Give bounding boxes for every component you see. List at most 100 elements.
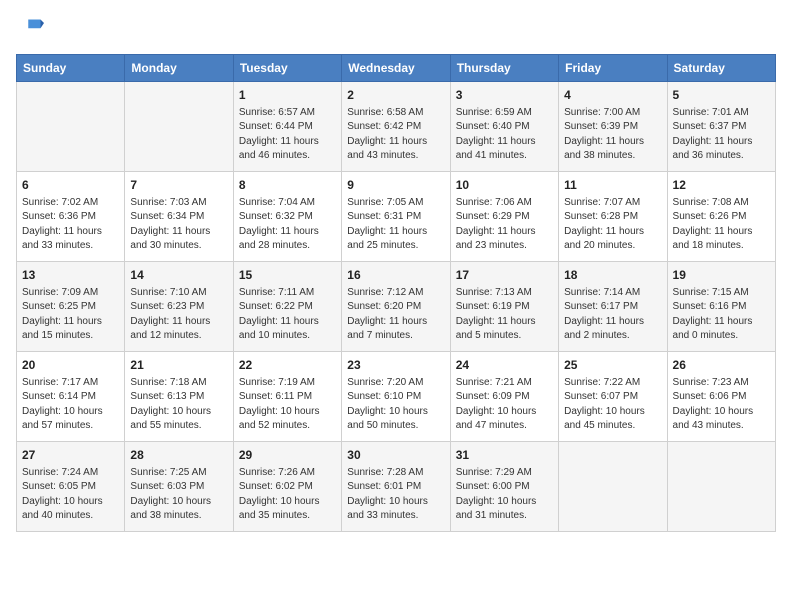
calendar-cell [125, 82, 233, 172]
day-number: 22 [239, 357, 336, 374]
day-info: Sunrise: 7:04 AM Sunset: 6:32 PM Dayligh… [239, 196, 336, 254]
calendar-week-row: 6 Sunrise: 7:02 AM Sunset: 6:36 PM Daylig… [17, 172, 776, 262]
day-number: 10 [456, 177, 553, 194]
day-number: 12 [673, 177, 770, 194]
day-info: Sunrise: 7:07 AM Sunset: 6:28 PM Dayligh… [564, 196, 661, 254]
day-number: 23 [347, 357, 444, 374]
day-number: 21 [130, 357, 227, 374]
calendar-cell: 18 Sunrise: 7:14 AM Sunset: 6:17 PM Dayli… [559, 262, 667, 352]
day-info: Sunrise: 7:25 AM Sunset: 6:03 PM Dayligh… [130, 466, 227, 524]
day-info: Sunrise: 7:24 AM Sunset: 6:05 PM Dayligh… [22, 466, 119, 524]
calendar-cell: 25Sunrise: 7:22 AM Sunset: 6:07 PM Dayli… [559, 352, 667, 442]
logo-icon [16, 16, 44, 44]
day-number: 24 [456, 357, 553, 374]
calendar-cell: 5 Sunrise: 7:01 AM Sunset: 6:37 PM Daylig… [667, 82, 775, 172]
calendar-week-row: 27 Sunrise: 7:24 AM Sunset: 6:05 PM Dayli… [17, 442, 776, 532]
day-number: 18 [564, 267, 661, 284]
day-info: Sunrise: 7:06 AM Sunset: 6:29 PM Dayligh… [456, 196, 553, 254]
day-number: 9 [347, 177, 444, 194]
calendar-cell: 23Sunrise: 7:20 AM Sunset: 6:10 PM Dayli… [342, 352, 450, 442]
calendar-cell: 31 Sunrise: 7:29 AM Sunset: 6:00 PM Dayli… [450, 442, 558, 532]
day-number: 6 [22, 177, 119, 194]
day-info: Sunrise: 6:58 AM Sunset: 6:42 PM Dayligh… [347, 106, 444, 164]
weekday-header: Tuesday [233, 55, 341, 82]
calendar-header: SundayMondayTuesdayWednesdayThursdayFrid… [17, 55, 776, 82]
logo [16, 16, 48, 44]
day-info: Sunrise: 7:17 AM Sunset: 6:14 PM Dayligh… [22, 376, 119, 434]
day-number: 14 [130, 267, 227, 284]
calendar-week-row: 13 Sunrise: 7:09 AM Sunset: 6:25 PM Dayli… [17, 262, 776, 352]
day-number: 7 [130, 177, 227, 194]
day-number: 4 [564, 87, 661, 104]
calendar-cell: 30Sunrise: 7:28 AM Sunset: 6:01 PM Dayli… [342, 442, 450, 532]
day-number: 2 [347, 87, 444, 104]
calendar-week-row: 1 Sunrise: 6:57 AM Sunset: 6:44 PM Daylig… [17, 82, 776, 172]
day-info: Sunrise: 7:02 AM Sunset: 6:36 PM Dayligh… [22, 196, 119, 254]
calendar-cell: 21Sunrise: 7:18 AM Sunset: 6:13 PM Dayli… [125, 352, 233, 442]
day-number: 16 [347, 267, 444, 284]
calendar-cell [17, 82, 125, 172]
calendar-cell: 1 Sunrise: 6:57 AM Sunset: 6:44 PM Daylig… [233, 82, 341, 172]
day-number: 5 [673, 87, 770, 104]
day-info: Sunrise: 7:21 AM Sunset: 6:09 PM Dayligh… [456, 376, 553, 434]
weekday-header: Monday [125, 55, 233, 82]
calendar-cell: 12 Sunrise: 7:08 AM Sunset: 6:26 PM Dayli… [667, 172, 775, 262]
calendar-cell: 2 Sunrise: 6:58 AM Sunset: 6:42 PM Daylig… [342, 82, 450, 172]
day-info: Sunrise: 7:13 AM Sunset: 6:19 PM Dayligh… [456, 286, 553, 344]
day-info: Sunrise: 6:57 AM Sunset: 6:44 PM Dayligh… [239, 106, 336, 164]
calendar-cell: 8 Sunrise: 7:04 AM Sunset: 6:32 PM Daylig… [233, 172, 341, 262]
day-info: Sunrise: 7:19 AM Sunset: 6:11 PM Dayligh… [239, 376, 336, 434]
day-info: Sunrise: 7:29 AM Sunset: 6:00 PM Dayligh… [456, 466, 553, 524]
day-number: 1 [239, 87, 336, 104]
day-number: 8 [239, 177, 336, 194]
day-info: Sunrise: 7:26 AM Sunset: 6:02 PM Dayligh… [239, 466, 336, 524]
day-number: 28 [130, 447, 227, 464]
calendar-cell: 11 Sunrise: 7:07 AM Sunset: 6:28 PM Dayli… [559, 172, 667, 262]
day-info: Sunrise: 7:01 AM Sunset: 6:37 PM Dayligh… [673, 106, 770, 164]
calendar-cell [559, 442, 667, 532]
calendar-body: 1 Sunrise: 6:57 AM Sunset: 6:44 PM Daylig… [17, 82, 776, 532]
day-info: Sunrise: 7:05 AM Sunset: 6:31 PM Dayligh… [347, 196, 444, 254]
calendar-cell: 17Sunrise: 7:13 AM Sunset: 6:19 PM Dayli… [450, 262, 558, 352]
day-number: 30 [347, 447, 444, 464]
day-number: 31 [456, 447, 553, 464]
day-info: Sunrise: 7:09 AM Sunset: 6:25 PM Dayligh… [22, 286, 119, 344]
day-number: 3 [456, 87, 553, 104]
calendar-cell: 6 Sunrise: 7:02 AM Sunset: 6:36 PM Daylig… [17, 172, 125, 262]
calendar-cell: 15 Sunrise: 7:11 AM Sunset: 6:22 PM Dayli… [233, 262, 341, 352]
day-info: Sunrise: 7:22 AM Sunset: 6:07 PM Dayligh… [564, 376, 661, 434]
calendar-cell: 19 Sunrise: 7:15 AM Sunset: 6:16 PM Dayli… [667, 262, 775, 352]
calendar-cell: 3 Sunrise: 6:59 AM Sunset: 6:40 PM Daylig… [450, 82, 558, 172]
calendar-cell: 24 Sunrise: 7:21 AM Sunset: 6:09 PM Dayli… [450, 352, 558, 442]
calendar-cell: 13 Sunrise: 7:09 AM Sunset: 6:25 PM Dayli… [17, 262, 125, 352]
calendar-cell: 7 Sunrise: 7:03 AM Sunset: 6:34 PM Daylig… [125, 172, 233, 262]
day-info: Sunrise: 6:59 AM Sunset: 6:40 PM Dayligh… [456, 106, 553, 164]
day-number: 13 [22, 267, 119, 284]
day-info: Sunrise: 7:15 AM Sunset: 6:16 PM Dayligh… [673, 286, 770, 344]
calendar-cell: 16Sunrise: 7:12 AM Sunset: 6:20 PM Dayli… [342, 262, 450, 352]
weekday-header: Thursday [450, 55, 558, 82]
day-info: Sunrise: 7:23 AM Sunset: 6:06 PM Dayligh… [673, 376, 770, 434]
day-info: Sunrise: 7:03 AM Sunset: 6:34 PM Dayligh… [130, 196, 227, 254]
day-info: Sunrise: 7:14 AM Sunset: 6:17 PM Dayligh… [564, 286, 661, 344]
calendar-cell: 22 Sunrise: 7:19 AM Sunset: 6:11 PM Dayli… [233, 352, 341, 442]
day-number: 19 [673, 267, 770, 284]
day-number: 27 [22, 447, 119, 464]
weekday-header: Friday [559, 55, 667, 82]
calendar-table: SundayMondayTuesdayWednesdayThursdayFrid… [16, 54, 776, 532]
calendar-cell: 26Sunrise: 7:23 AM Sunset: 6:06 PM Dayli… [667, 352, 775, 442]
day-number: 15 [239, 267, 336, 284]
calendar-cell: 27 Sunrise: 7:24 AM Sunset: 6:05 PM Dayli… [17, 442, 125, 532]
calendar-cell: 4 Sunrise: 7:00 AM Sunset: 6:39 PM Daylig… [559, 82, 667, 172]
page-header [16, 16, 776, 44]
calendar-week-row: 20Sunrise: 7:17 AM Sunset: 6:14 PM Dayli… [17, 352, 776, 442]
day-number: 11 [564, 177, 661, 194]
weekday-header: Sunday [17, 55, 125, 82]
day-info: Sunrise: 7:00 AM Sunset: 6:39 PM Dayligh… [564, 106, 661, 164]
day-info: Sunrise: 7:08 AM Sunset: 6:26 PM Dayligh… [673, 196, 770, 254]
day-number: 29 [239, 447, 336, 464]
calendar-cell: 28 Sunrise: 7:25 AM Sunset: 6:03 PM Dayli… [125, 442, 233, 532]
day-info: Sunrise: 7:11 AM Sunset: 6:22 PM Dayligh… [239, 286, 336, 344]
calendar-cell: 9 Sunrise: 7:05 AM Sunset: 6:31 PM Daylig… [342, 172, 450, 262]
calendar-cell: 20Sunrise: 7:17 AM Sunset: 6:14 PM Dayli… [17, 352, 125, 442]
